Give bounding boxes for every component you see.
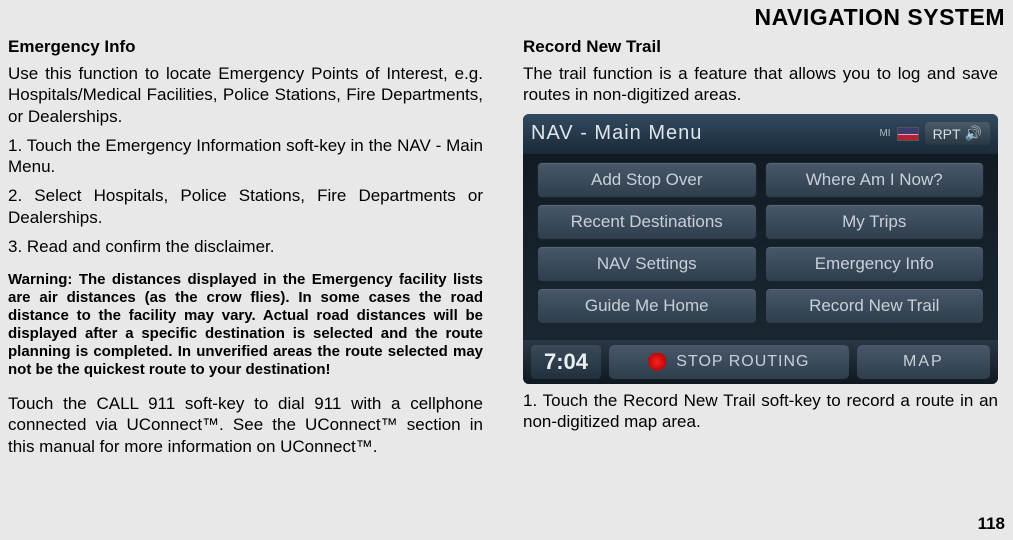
map-button[interactable]: MAP xyxy=(857,345,990,379)
add-stop-over-button[interactable]: Add Stop Over xyxy=(537,162,757,198)
clock: 7:04 xyxy=(531,345,601,379)
record-trail-step-1: 1. Touch the Record New Trail soft-key t… xyxy=(523,390,998,433)
page-header: NAVIGATION SYSTEM xyxy=(0,0,1013,37)
emergency-info-intro: Use this function to locate Emergency Po… xyxy=(8,63,483,127)
emergency-info-heading: Emergency Info xyxy=(8,37,483,57)
nav-title-bar: NAV - Main Menu MI RPT 🔊 xyxy=(523,114,998,154)
unit-label: MI xyxy=(879,128,890,139)
call-911-note: Touch the CALL 911 soft-key to dial 911 … xyxy=(8,393,483,457)
emergency-step-1: 1. Touch the Emergency Information soft-… xyxy=(8,135,483,178)
my-trips-button[interactable]: My Trips xyxy=(765,204,985,240)
nav-title-icons: MI RPT 🔊 xyxy=(879,122,990,145)
stop-routing-label: STOP ROUTING xyxy=(676,353,809,371)
right-column: Record New Trail The trail function is a… xyxy=(503,37,998,465)
record-trail-heading: Record New Trail xyxy=(523,37,998,57)
left-column: Emergency Info Use this function to loca… xyxy=(8,37,503,465)
nav-title: NAV - Main Menu xyxy=(531,122,702,145)
nav-button-grid: Add Stop Over Where Am I Now? Recent Des… xyxy=(523,154,998,332)
speaker-icon: 🔊 xyxy=(965,125,982,142)
rpt-label: RPT xyxy=(933,126,961,142)
guide-me-home-button[interactable]: Guide Me Home xyxy=(537,288,757,324)
record-new-trail-button[interactable]: Record New Trail xyxy=(765,288,985,324)
nav-main-menu-screenshot: NAV - Main Menu MI RPT 🔊 Add Stop Over W… xyxy=(523,114,998,384)
emergency-warning: Warning: The distances displayed in the … xyxy=(8,271,483,379)
recent-destinations-button[interactable]: Recent Destinations xyxy=(537,204,757,240)
stop-routing-button[interactable]: STOP ROUTING xyxy=(609,345,849,379)
emergency-step-3: 3. Read and confirm the disclaimer. xyxy=(8,236,483,257)
nav-settings-button[interactable]: NAV Settings xyxy=(537,246,757,282)
emergency-step-2: 2. Select Hospitals, Police Stations, Fi… xyxy=(8,185,483,228)
repeat-button[interactable]: RPT 🔊 xyxy=(925,122,990,145)
flag-icon xyxy=(897,127,919,141)
stop-icon xyxy=(648,353,666,371)
emergency-info-button[interactable]: Emergency Info xyxy=(765,246,985,282)
nav-bottom-bar: 7:04 STOP ROUTING MAP xyxy=(523,340,998,384)
record-trail-intro: The trail function is a feature that all… xyxy=(523,63,998,106)
where-am-i-now-button[interactable]: Where Am I Now? xyxy=(765,162,985,198)
content-area: Emergency Info Use this function to loca… xyxy=(0,37,1013,465)
page-number: 118 xyxy=(978,514,1005,534)
